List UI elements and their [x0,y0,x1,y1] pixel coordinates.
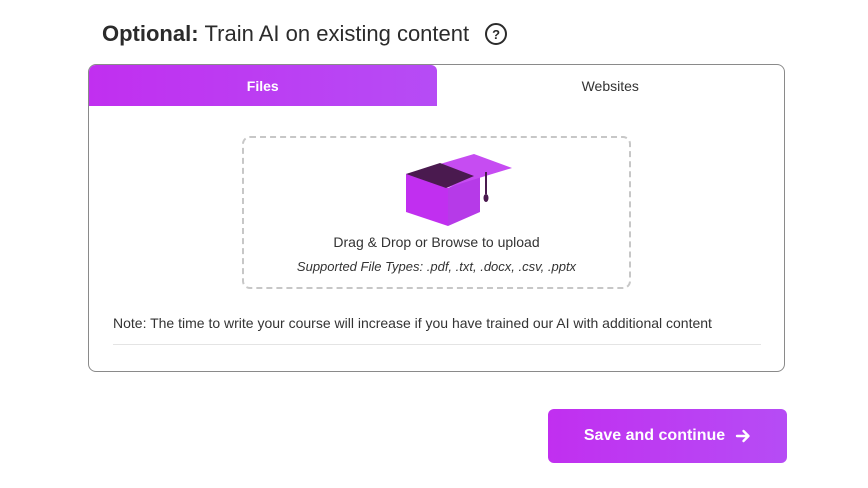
supported-file-types: Supported File Types: .pdf, .txt, .docx,… [296,259,577,274]
divider [113,344,761,345]
title-text: Train AI on existing content [204,21,470,46]
arrow-right-icon [735,429,750,443]
file-dropzone[interactable]: Drag & Drop or Browse to upload Supporte… [242,136,631,289]
question-circle-icon[interactable]: ? [485,23,508,45]
save-button-label: Save and continue [583,427,726,444]
tab-bar: Files Websites [89,65,784,106]
page-title: Optional: Train AI on existing content ? [102,18,508,50]
tab-files[interactable]: Files [89,65,437,106]
title-prefix: Optional: [102,21,199,46]
training-note: Note: The time to write your course will… [113,315,712,331]
graduation-cap-icon [402,144,516,226]
upload-card: Files Websites Drag & Drop or Browse to … [88,64,785,372]
dropzone-main-text: Drag & Drop or Browse to upload [333,234,540,250]
save-and-continue-button[interactable]: Save and continue [548,409,787,463]
tab-websites[interactable]: Websites [437,65,785,106]
